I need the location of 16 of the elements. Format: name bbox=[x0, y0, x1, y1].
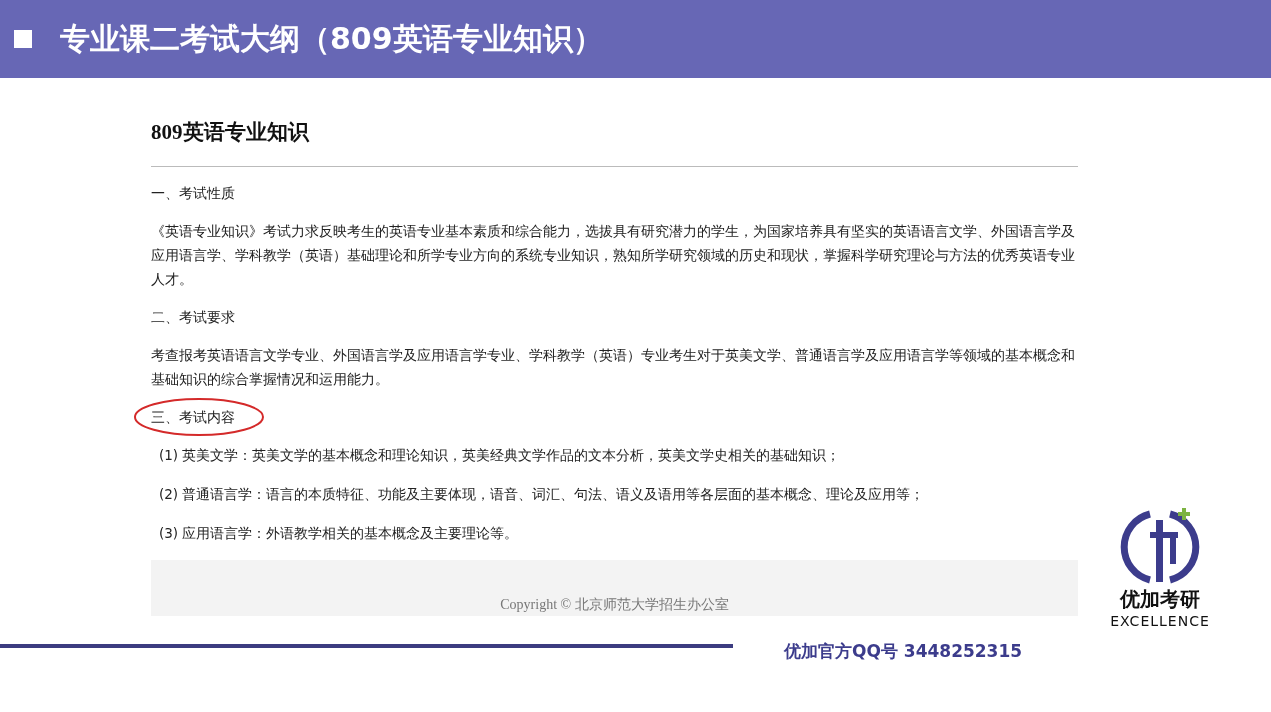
page-heading: 809英语专业知识 bbox=[151, 119, 310, 146]
square-bullet-icon bbox=[14, 30, 32, 48]
section-heading: 一、考试性质 bbox=[151, 185, 235, 201]
list-item: (1) 英美文学：英美文学的基本概念和理论知识，英美经典文学作品的文本分析，英美文学史相关的基础知识； bbox=[158, 446, 842, 465]
list-item: (2) 普通语言学：语言的本质特征、功能及主要体现，语音、词汇、句法、语义及语用等各层面的基本概念、理论及应用等； bbox=[158, 485, 926, 504]
section-heading: 二、考试要求 bbox=[151, 309, 235, 325]
paragraph: 《英语专业知识》考试力求反映考生的英语专业基本素质和综合能力，选拔具有研究潜力的学生，为国家培养具有坚实的英语语言文学、外国语言学及应用语言学、学科教学（英语）基础理论和所学专业方向的系统专业知识，熟知所学研究领域的历史和现状，掌握科学研究理论与方法的优秀英语专业人才。 bbox=[151, 222, 1076, 289]
paragraph: 考查报考英语语言文学专业、外国语言学及应用语言学专业、学科教学（英语）专业考生对于英美文学、普通语言学及应用语言学等领域的基本概念和基础知识的综合掌握情况和运用能力。 bbox=[151, 346, 1076, 389]
qq-contact-text: 优加官方QQ号 3448252315 bbox=[784, 640, 1023, 663]
logo-icon bbox=[1120, 506, 1200, 586]
section-heading: 三、考试内容 bbox=[151, 409, 235, 425]
list-item: (3) 应用语言学：外语教学相关的基本概念及主要理论等。 bbox=[158, 524, 520, 543]
logo-tagline: EXCELLENCE bbox=[1110, 613, 1210, 629]
logo-name: 优加考研 bbox=[1120, 586, 1200, 613]
copyright-text: Copyright © 北京师范大学招生办公室 bbox=[500, 596, 729, 614]
slide-title: 专业课二考试大纲（809英语专业知识） bbox=[60, 19, 603, 58]
